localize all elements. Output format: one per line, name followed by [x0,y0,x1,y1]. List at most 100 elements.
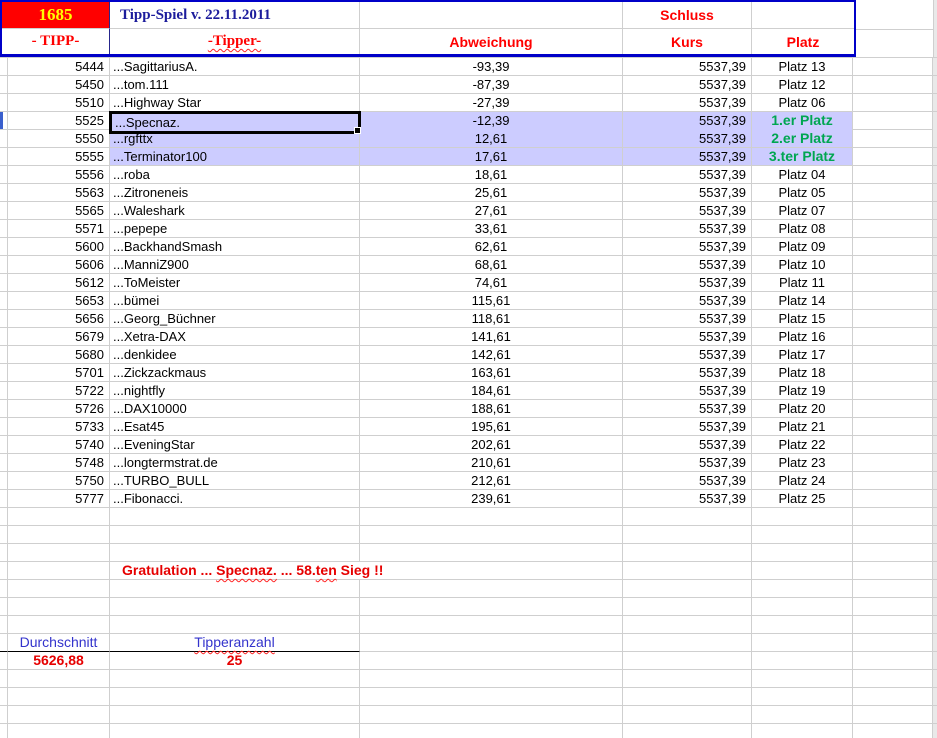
cell-empty[interactable] [360,580,623,597]
cell-tipper[interactable]: ...TURBO_BULL [110,472,360,489]
cell-empty[interactable] [623,724,752,738]
cell-tipper[interactable]: ...longtermstrat.de [110,454,360,471]
cell-platz[interactable]: Platz 24 [752,472,853,489]
cell-tipp[interactable]: 5740 [8,436,110,453]
cell-kurs[interactable]: 5537,39 [623,94,752,111]
cell-abweichung[interactable]: 118,61 [360,310,623,327]
cell-tipp[interactable]: 5679 [8,328,110,345]
cell-empty[interactable] [853,508,933,525]
cell-abweichung[interactable]: 142,61 [360,346,623,363]
cell-tipper[interactable]: ...nightfly [110,382,360,399]
cell-rowmargin[interactable] [0,490,8,507]
cell-platz[interactable]: 3.ter Platz [752,148,853,165]
tipperanzahl-label[interactable]: Tipperanzahl [110,634,360,652]
cell-empty[interactable] [8,580,110,597]
cell-empty[interactable] [8,526,110,543]
cell-tipper[interactable]: ...Zickzackmaus [110,364,360,381]
cell-rowmargin[interactable] [0,544,8,561]
cell-rowmargin[interactable] [0,454,8,471]
cell-empty[interactable] [752,508,853,525]
cell-rowmargin[interactable] [0,94,8,111]
cell-platz[interactable]: Platz 12 [752,76,853,93]
cell-kurs[interactable]: 5537,39 [623,184,752,201]
cell-empty[interactable] [623,706,752,723]
cell-platz[interactable]: Platz 23 [752,454,853,471]
cell-empty[interactable] [360,670,623,687]
cell-tipper[interactable]: ...Esat45 [110,418,360,435]
cell-rowmargin[interactable] [0,580,8,597]
cell-kurs[interactable]: 5537,39 [623,148,752,165]
cell-empty[interactable] [853,526,933,543]
cell-tipper[interactable]: ...Waleshark [110,202,360,219]
cell-empty[interactable] [110,706,360,723]
cell-rowmargin[interactable] [0,400,8,417]
cell-platz[interactable]: Platz 18 [752,364,853,381]
cell-abweichung[interactable]: 210,61 [360,454,623,471]
cell-rowmargin[interactable] [0,274,8,291]
cell-rowmargin[interactable] [0,310,8,327]
cell-tipp[interactable]: 5556 [8,166,110,183]
cell-platz[interactable]: Platz 14 [752,292,853,309]
cell-abweichung[interactable]: 115,61 [360,292,623,309]
cell-tipper[interactable]: ...Zitroneneis [110,184,360,201]
cell-empty[interactable] [8,508,110,525]
cell-rowmargin[interactable] [0,706,8,723]
cell-abweichung[interactable]: -27,39 [360,94,623,111]
cell-abweichung[interactable]: 239,61 [360,490,623,507]
cell-tipp[interactable]: 5701 [8,364,110,381]
cell-empty[interactable] [853,490,933,507]
cell-abweichung[interactable]: 62,61 [360,238,623,255]
cell-abweichung[interactable]: 68,61 [360,256,623,273]
cell-rowmargin[interactable] [0,220,8,237]
cell-rowmargin[interactable] [0,346,8,363]
cell-rowmargin[interactable] [0,130,8,147]
cell-rowmargin[interactable] [0,724,8,738]
cell-empty[interactable] [853,292,933,309]
cell-platz[interactable]: Platz 20 [752,400,853,417]
cell-tipper[interactable]: ...EveningStar [110,436,360,453]
cell-rowmargin[interactable] [0,292,8,309]
cell-tipp[interactable]: 5600 [8,238,110,255]
durchschnitt-label[interactable]: Durchschnitt [8,634,110,652]
cell-empty[interactable] [623,526,752,543]
cell-empty[interactable] [752,598,853,615]
cell-tipper[interactable]: ...bümei [110,292,360,309]
cell-empty[interactable] [853,94,933,111]
cell-kurs[interactable]: 5537,39 [623,130,752,147]
cell-rowmargin[interactable] [0,382,8,399]
cell-empty[interactable] [8,724,110,738]
cell-tipper[interactable]: ...pepepe [110,220,360,237]
cell-empty[interactable] [623,688,752,705]
cell-empty[interactable] [8,598,110,615]
cell-empty[interactable] [623,580,752,597]
cell-empty[interactable] [752,724,853,738]
cell-tipp[interactable]: 5726 [8,400,110,417]
cell-empty[interactable] [360,508,623,525]
cell-tipper[interactable]: ...denkidee [110,346,360,363]
cell-tipper[interactable]: ...Specnaz. [110,112,360,133]
cell-platz[interactable]: Platz 13 [752,58,853,75]
cell-empty[interactable] [853,382,933,399]
cell-empty[interactable] [752,670,853,687]
cell-kurs[interactable]: 5537,39 [623,364,752,381]
cell-platz[interactable]: Platz 16 [752,328,853,345]
cell-rowmargin[interactable] [0,58,8,75]
cell-platz[interactable]: Platz 08 [752,220,853,237]
cell-empty[interactable] [853,310,933,327]
cell-empty[interactable] [360,652,623,669]
cell-empty[interactable] [853,184,933,201]
column-header-platz[interactable]: Platz [752,29,854,54]
cell-empty[interactable] [360,706,623,723]
cell-platz[interactable]: Platz 21 [752,418,853,435]
cell-abweichung[interactable]: 17,61 [360,148,623,165]
cell-empty[interactable] [752,652,853,669]
cell-empty[interactable] [853,652,933,669]
tipperanzahl-value[interactable]: 25 [110,652,360,669]
cell-empty[interactable] [110,598,360,615]
cell-empty[interactable] [360,616,623,633]
game-number-cell[interactable]: 1685 [2,2,110,29]
cell-empty[interactable] [853,454,933,471]
cell-empty[interactable] [853,670,933,687]
cell-abweichung[interactable]: 141,61 [360,328,623,345]
cell-kurs[interactable]: 5537,39 [623,274,752,291]
